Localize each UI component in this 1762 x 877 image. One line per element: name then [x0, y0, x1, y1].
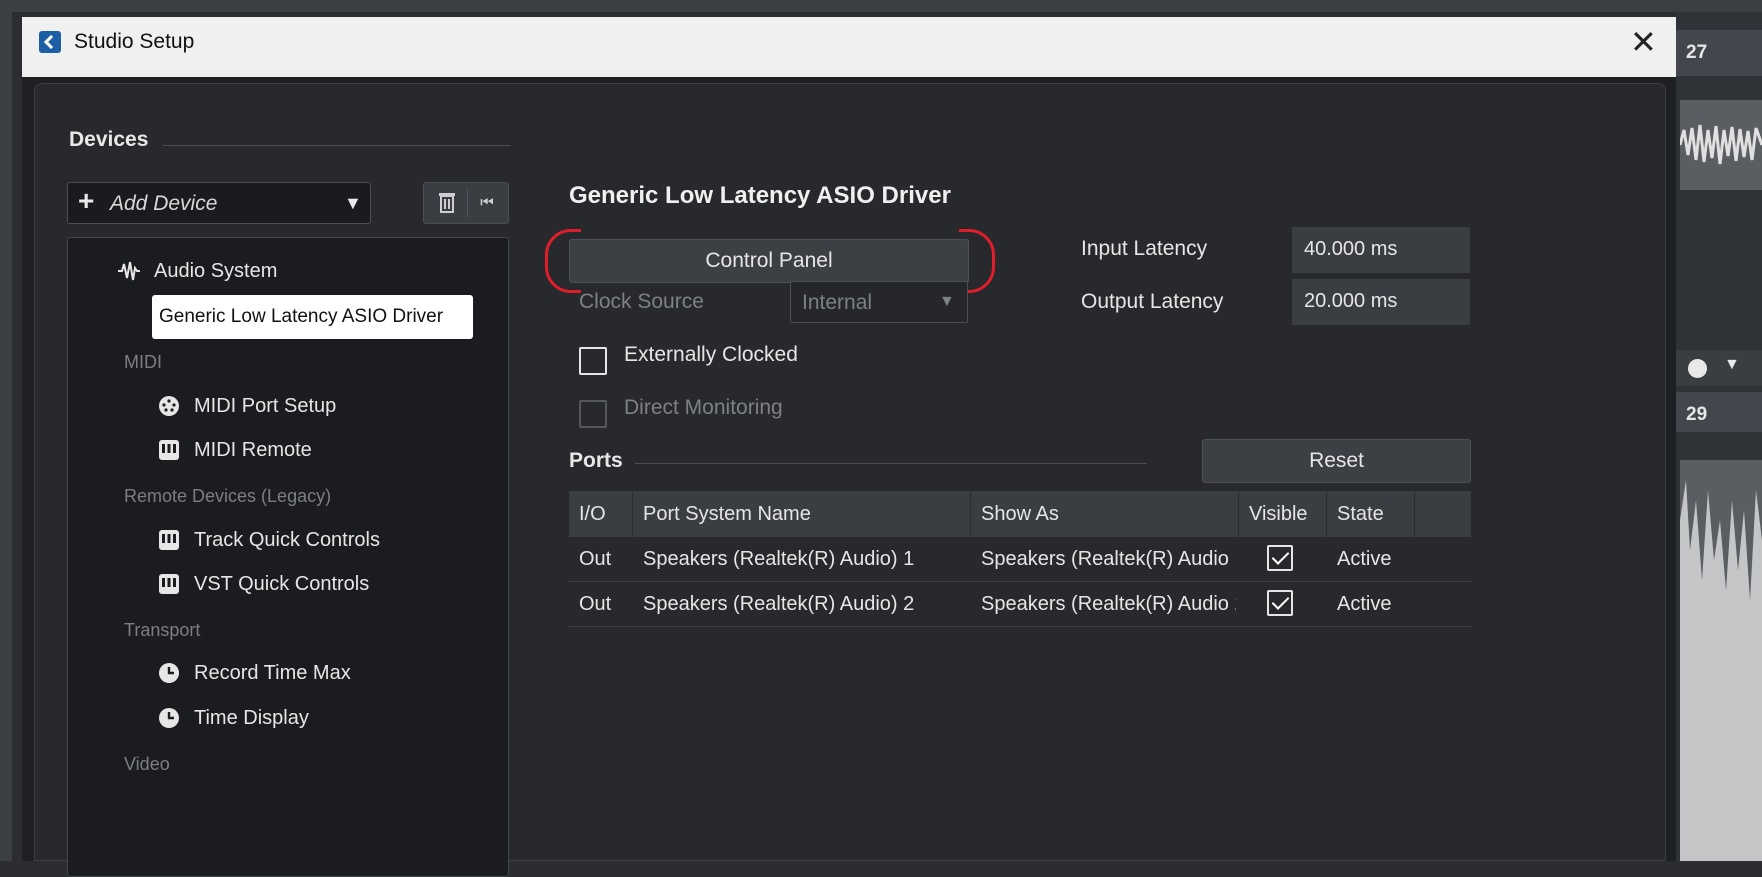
- waveform-icon: [118, 261, 140, 281]
- track-controls: ▼: [1676, 350, 1762, 386]
- keyboard-icon: [159, 440, 179, 460]
- timeline-ruler: 27: [1676, 30, 1762, 76]
- devices-heading: Devices: [69, 128, 149, 151]
- daw-background-top: [0, 0, 1762, 12]
- clock-icon: [159, 663, 179, 683]
- reset-device-icon[interactable]: ⏮: [472, 189, 502, 217]
- tree-item-label: VST Quick Controls: [194, 573, 370, 595]
- dropdown-arrow-icon: ▼: [1724, 356, 1740, 373]
- cell-port-name: Speakers (Realtek(R) Audio) 1: [643, 548, 915, 570]
- midi-port-icon: [159, 396, 179, 416]
- chevron-down-icon: ▼: [344, 193, 362, 213]
- tree-category-remote-devices: Remote Devices (Legacy): [124, 486, 332, 506]
- visible-checkbox[interactable]: [1267, 545, 1293, 571]
- add-device-label: Add Device: [110, 192, 218, 215]
- externally-clocked-checkbox[interactable]: [579, 347, 607, 375]
- ruler-number-2: 29: [1686, 404, 1708, 425]
- externally-clocked-label: Externally Clocked: [624, 343, 798, 366]
- table-header: I/O Port System Name Show As Visible Sta…: [569, 491, 1471, 537]
- direct-monitoring-checkbox[interactable]: [579, 400, 607, 428]
- column-header-show-as[interactable]: Show As: [971, 491, 1239, 537]
- studio-setup-dialog: Studio Setup ✕ Devices + Add Device ▼ ⏮ …: [22, 17, 1676, 877]
- waveform-clip-2: [1680, 460, 1762, 861]
- app-icon: [39, 31, 61, 53]
- daw-background-left: [0, 0, 12, 861]
- cell-state: Active: [1337, 593, 1392, 615]
- cell-io: Out: [579, 593, 612, 615]
- tree-category-video: Video: [124, 754, 170, 774]
- clock-icon: [159, 708, 179, 728]
- devices-divider: [163, 145, 511, 146]
- tree-item-label: Time Display: [194, 707, 309, 729]
- cell-state: Active: [1337, 548, 1392, 570]
- control-panel-button[interactable]: Control Panel: [569, 239, 969, 283]
- clock-source-value: Internal: [802, 291, 873, 314]
- chevron-down-icon: ▼: [939, 293, 955, 310]
- trash-icon[interactable]: [432, 189, 462, 217]
- column-header-visible[interactable]: Visible: [1239, 491, 1327, 537]
- reset-button[interactable]: Reset: [1202, 439, 1471, 483]
- tree-category-transport: Transport: [124, 620, 201, 640]
- add-device-dropdown[interactable]: + Add Device ▼: [67, 182, 371, 224]
- tree-item-label: MIDI Remote: [194, 439, 312, 461]
- device-tree: Audio System Generic Low Latency ASIO Dr…: [67, 237, 509, 877]
- column-header-state[interactable]: State: [1327, 491, 1415, 537]
- timeline-ruler-2: 29: [1676, 392, 1762, 432]
- keyboard-icon: [159, 574, 179, 594]
- keyboard-icon: [159, 530, 179, 550]
- waveform-clip: [1680, 100, 1762, 190]
- close-button[interactable]: ✕: [1630, 23, 1657, 61]
- table-row[interactable]: Out Speakers (Realtek(R) Audio) 1 Speake…: [569, 537, 1471, 582]
- tree-category-midi: MIDI: [124, 352, 162, 372]
- toolbar-separator: [467, 189, 468, 217]
- output-latency-value: 20.000 ms: [1292, 279, 1470, 325]
- column-header-io[interactable]: I/O: [569, 491, 633, 537]
- output-latency-label: Output Latency: [1081, 290, 1224, 313]
- cell-show-as[interactable]: Speakers (Realtek(R) Audio 2: [971, 582, 1236, 626]
- ruler-number: 27: [1686, 42, 1708, 63]
- cell-io: Out: [579, 548, 612, 570]
- device-toolbar: ⏮: [423, 182, 509, 224]
- title-bar: Studio Setup ✕: [22, 17, 1676, 77]
- column-header-port-system-name[interactable]: Port System Name: [633, 491, 971, 537]
- clock-source-select[interactable]: Internal ▼: [790, 281, 968, 323]
- monitor-icon: [1688, 359, 1707, 378]
- tree-item-label: Audio System: [154, 260, 278, 282]
- tree-item-label: Track Quick Controls: [194, 529, 380, 551]
- ports-heading: Ports: [569, 449, 623, 472]
- tree-item-label: Record Time Max: [194, 662, 351, 684]
- input-latency-label: Input Latency: [1081, 237, 1208, 260]
- driver-title: Generic Low Latency ASIO Driver: [569, 182, 951, 209]
- tree-item-label: MIDI Port Setup: [194, 395, 337, 417]
- input-latency-value: 40.000 ms: [1292, 227, 1470, 273]
- direct-monitoring-label: Direct Monitoring: [624, 396, 783, 419]
- visible-checkbox[interactable]: [1267, 590, 1293, 616]
- tree-item-label: Generic Low Latency ASIO Driver: [159, 306, 444, 327]
- cell-show-as[interactable]: Speakers (Realtek(R) Audio 1: [971, 537, 1236, 581]
- table-row[interactable]: Out Speakers (Realtek(R) Audio) 2 Speake…: [569, 582, 1471, 627]
- window-title: Studio Setup: [74, 30, 195, 53]
- clock-source-label: Clock Source: [579, 290, 704, 313]
- tree-item-generic-asio-driver[interactable]: Generic Low Latency ASIO Driver: [152, 295, 473, 339]
- cell-port-name: Speakers (Realtek(R) Audio) 2: [643, 593, 915, 615]
- plus-icon: +: [78, 185, 95, 216]
- dialog-content: Devices + Add Device ▼ ⏮ Audio System Ge…: [34, 83, 1666, 877]
- ports-divider: [635, 463, 1147, 464]
